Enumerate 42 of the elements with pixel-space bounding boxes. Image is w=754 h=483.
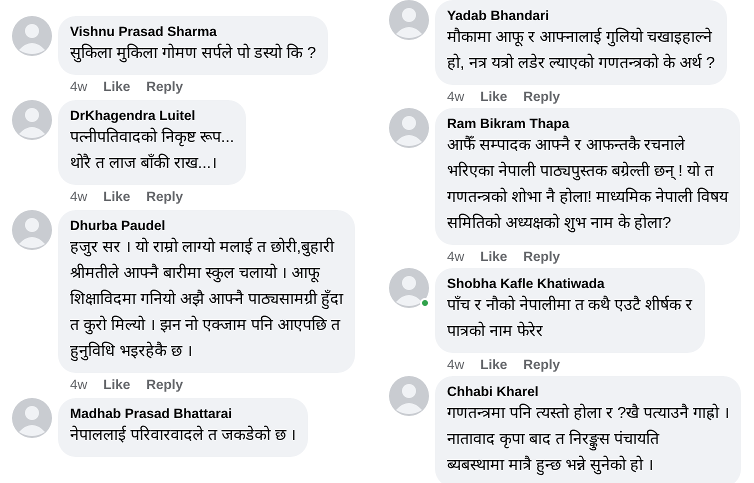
author-name[interactable]: DrKhagendra Luitel — [70, 107, 234, 125]
comment-text: हजुर सर । यो राम्रो लाग्यो मलाई त छोरी,बुहारी श्रीमतीले आफ्नै बारीमा स्कुल चलायो । आफू शिक्षाविदमा गनियो अझै आफ्नै पाठ्यसामग्री हुँदा त कुरो मिल्यो । झन नो एक्जाम पनि आएपछि त हुनुविधि भइरहेकै छ । — [70, 236, 344, 364]
comment-text: मौकामा आफू र आफ्नालाई गुलियो चखाइहाल्ने हो, नत्र यत्रो लडेर ल्याएको गणतन्त्रको के अर्थ ? — [447, 26, 715, 74]
comment-text: गणतन्त्रमा पनि त्यस्तो होला र ?खै पत्याउनै गाह्रो । नातावाद कृपा बाद त निरङ्कुस पंचायति ब्यबस्थामा मात्रै हुन्छ भन्ने सुनेको हो । — [447, 402, 730, 478]
comment-text: पाँच र नौको नेपालीमा त कथै एउटै शीर्षक र पात्रको नाम फेरेर — [447, 294, 693, 342]
comment-text: आफैँ सम्पादक आफ्नै र आफन्तकै रचनाले भरिएका नेपाली पाठ्यपुस्तक बग्रेल्ती छन् ! यो त गणतन्त्रको शोभा नै होला! माध्यमिक नेपाली विषय समितिको अध्यक्षको शुभ नाम के होला? — [447, 134, 728, 234]
author-name[interactable]: Shobha Kafle Khatiwada — [447, 275, 693, 293]
reply-link[interactable]: Reply — [146, 79, 184, 94]
comment-text: पत्नीपतिवादको निकृष्ट रूप... थोरै त लाज बाँकी राख...। — [70, 126, 234, 174]
avatar-silhouette-icon[interactable] — [12, 100, 52, 140]
comment-time[interactable]: 4w — [447, 249, 464, 264]
avatar-silhouette-icon[interactable] — [389, 108, 429, 148]
avatar-silhouette-icon[interactable] — [12, 16, 52, 56]
comment-text: नेपाललाई परिवारवादले त जकडेको छ । — [70, 424, 296, 446]
like-link[interactable]: Like — [480, 249, 508, 264]
reply-link[interactable]: Reply — [523, 249, 560, 264]
reply-link[interactable]: Reply — [523, 357, 560, 372]
comment-text: सुकिला मुकिला गोमण सर्पले पो डस्यो कि ? — [70, 42, 316, 64]
reply-link[interactable]: Reply — [523, 89, 560, 104]
author-name[interactable]: Madhab Prasad Bhattarai — [70, 405, 296, 423]
avatar-silhouette-icon[interactable] — [12, 210, 52, 250]
author-name[interactable]: Chhabi Kharel — [447, 383, 730, 401]
author-name[interactable]: Ram Bikram Thapa — [447, 115, 728, 133]
like-link[interactable]: Like — [103, 377, 130, 392]
author-name[interactable]: Yadab Bhandari — [447, 7, 715, 25]
like-link[interactable]: Like — [103, 79, 130, 94]
comment-time[interactable]: 4w — [447, 357, 464, 372]
like-link[interactable]: Like — [480, 357, 508, 372]
comment-time[interactable]: 4w — [70, 189, 88, 204]
comment-time[interactable]: 4w — [70, 79, 88, 94]
author-name[interactable]: Vishnu Prasad Sharma — [70, 23, 316, 41]
like-link[interactable]: Like — [103, 189, 130, 204]
reply-link[interactable]: Reply — [146, 377, 184, 392]
like-link[interactable]: Like — [480, 89, 508, 104]
reply-link[interactable]: Reply — [146, 189, 184, 204]
author-name[interactable]: Dhurba Paudel — [70, 217, 344, 235]
avatar-silhouette-icon[interactable] — [389, 376, 429, 416]
avatar-silhouette-icon[interactable] — [12, 398, 52, 438]
avatar-silhouette-icon[interactable] — [389, 0, 429, 40]
comment-time[interactable]: 4w — [447, 89, 464, 104]
comment-time[interactable]: 4w — [70, 377, 88, 392]
avatar-silhouette-icon[interactable] — [389, 268, 429, 308]
